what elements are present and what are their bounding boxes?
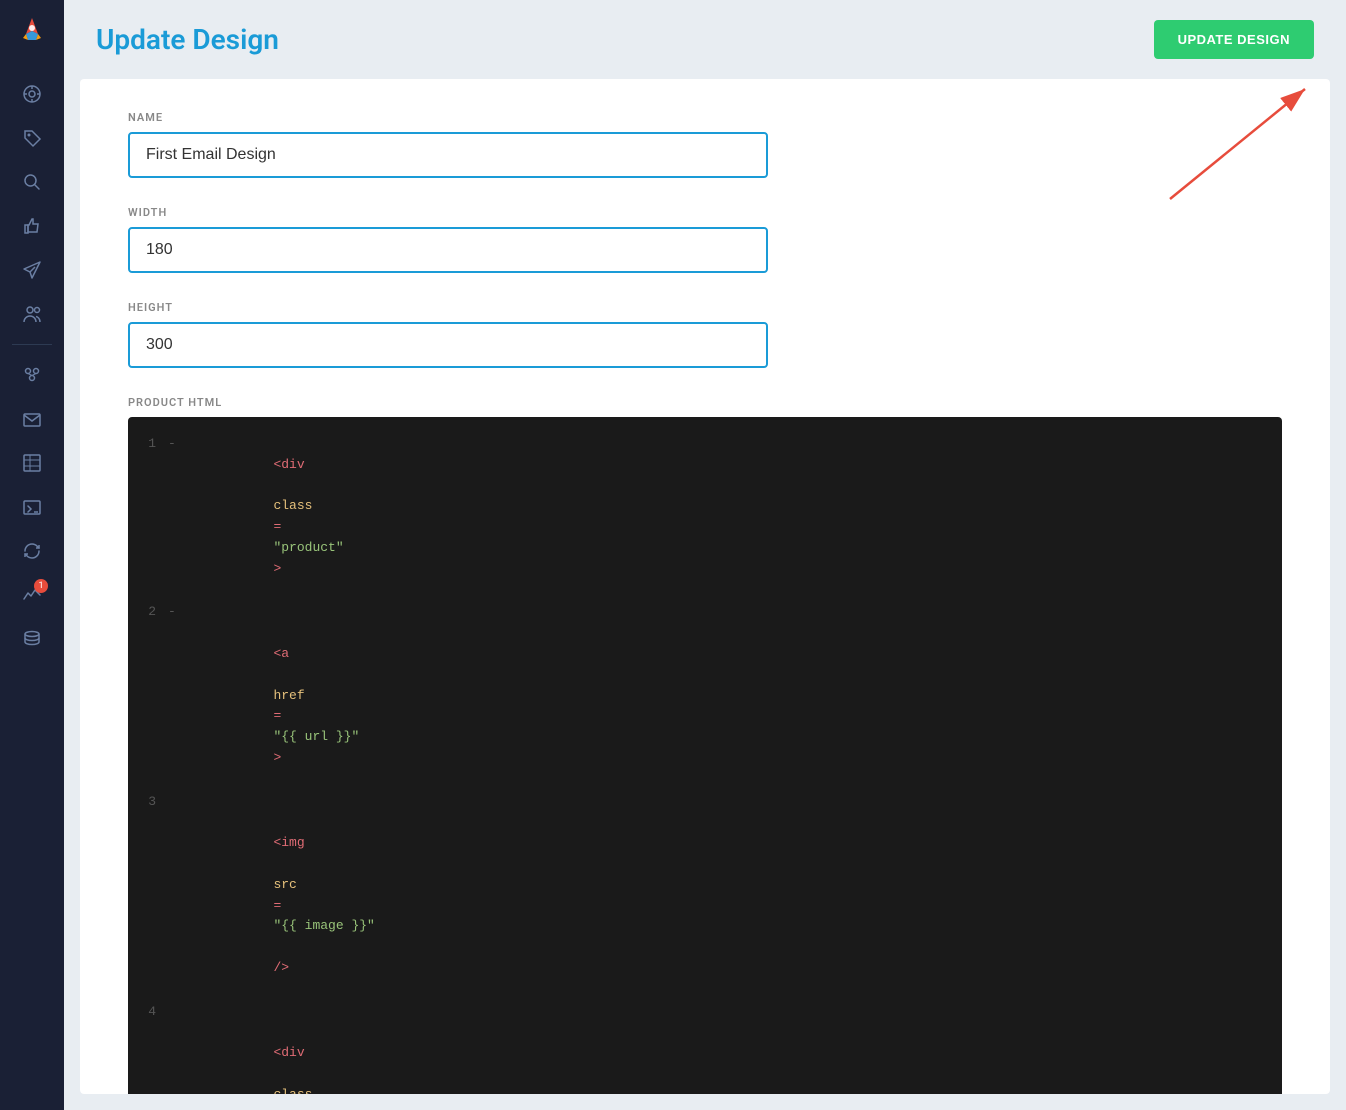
tag-icon[interactable]: [12, 118, 52, 158]
width-label: WIDTH: [128, 206, 1282, 219]
code-line-4: 4 <div class = "product-name" > {{ name …: [128, 1001, 1282, 1094]
height-input[interactable]: [128, 322, 768, 368]
form-content: NAME WIDTH HEIGHT PRODUCT HTML 1 - <div: [80, 79, 1330, 1094]
page-title: Update Design: [96, 23, 279, 56]
email-icon[interactable]: [12, 399, 52, 439]
thumbs-up-icon[interactable]: [12, 206, 52, 246]
update-design-button[interactable]: UPDATE DESIGN: [1154, 20, 1314, 59]
name-input[interactable]: [128, 132, 768, 178]
width-input[interactable]: [128, 227, 768, 273]
table-icon[interactable]: [12, 443, 52, 483]
send-icon[interactable]: [12, 250, 52, 290]
name-label: NAME: [128, 111, 1282, 124]
html-field-group: PRODUCT HTML 1 - <div class = "product" …: [128, 396, 1282, 1094]
notification-badge: 1: [34, 579, 48, 593]
header: Update Design UPDATE DESIGN: [64, 0, 1346, 79]
name-field-group: NAME: [128, 111, 1282, 178]
users-icon[interactable]: [12, 294, 52, 334]
terminal-icon[interactable]: [12, 487, 52, 527]
refresh-icon[interactable]: [12, 531, 52, 571]
height-label: HEIGHT: [128, 301, 1282, 314]
width-field-group: WIDTH: [128, 206, 1282, 273]
code-line-3: 3 <img src = "{{ image }}" />: [128, 791, 1282, 1001]
search-icon[interactable]: [12, 162, 52, 202]
dashboard-icon[interactable]: [12, 74, 52, 114]
activity-icon[interactable]: 1: [12, 575, 52, 615]
html-label: PRODUCT HTML: [128, 396, 1282, 409]
height-field-group: HEIGHT: [128, 301, 1282, 368]
code-line-2: 2 - <a href = "{{ url }}" >: [128, 601, 1282, 790]
sidebar-divider: [12, 344, 52, 345]
code-line-1: 1 - <div class = "product" >: [128, 433, 1282, 601]
code-editor[interactable]: 1 - <div class = "product" > 2 -: [128, 417, 1282, 1094]
logo[interactable]: [12, 12, 52, 52]
group-icon[interactable]: [12, 355, 52, 395]
sidebar: 1: [0, 0, 64, 1110]
main-content: Update Design UPDATE DESIGN NAME WIDTH H…: [64, 0, 1346, 1110]
database-icon[interactable]: [12, 619, 52, 659]
